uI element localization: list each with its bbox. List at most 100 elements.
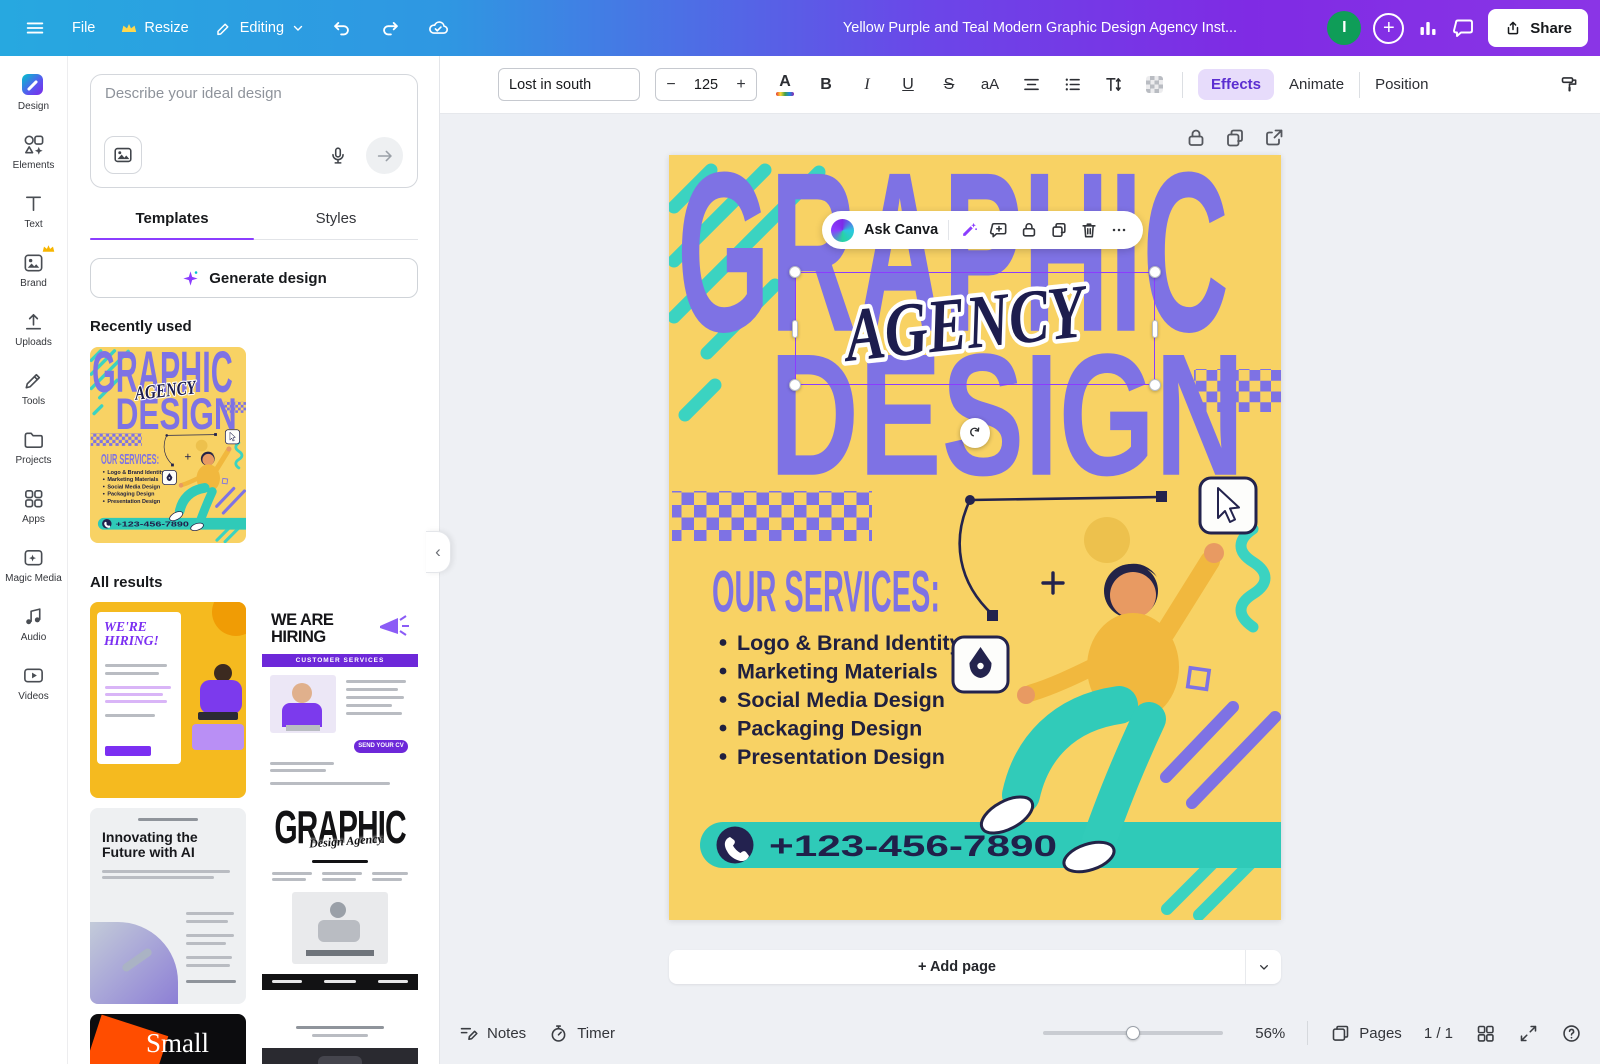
template-thumb-innovating-ai[interactable]: Innovating the Future with AI [90,808,246,1004]
template-thumb-we-are-hiring[interactable]: WE ARE HIRING CUSTOMER SERVICES SEND YOU… [262,602,418,798]
describe-design-input[interactable] [105,85,395,102]
sidebar-item-magic-media[interactable]: Magic Media [3,540,65,590]
share-button[interactable]: Share [1488,9,1588,47]
font-size-stepper: − 125 + [655,68,757,101]
magic-edit-button[interactable] [959,220,979,240]
sidebar-item-apps[interactable]: Apps [3,481,65,531]
main-menu-button[interactable] [14,9,56,47]
text-color-button[interactable]: A [772,69,798,101]
copy-style-button[interactable] [1556,69,1582,101]
sidebar-item-text[interactable]: Text [3,186,65,236]
sidebar-item-elements[interactable]: Elements [3,127,65,177]
avatar[interactable]: I [1327,11,1361,45]
add-comment-button[interactable] [989,220,1009,240]
lock-page-button[interactable] [1184,126,1208,150]
voice-input-button[interactable] [323,141,353,171]
sidebar-item-brand[interactable]: Brand [3,245,65,295]
fullscreen-button[interactable] [1518,1023,1539,1044]
editing-mode-dropdown[interactable]: Editing [205,11,315,45]
collapse-pages-button[interactable] [1245,950,1281,984]
transparency-icon [1146,76,1163,93]
add-image-button[interactable] [104,136,142,174]
template-thumb-graphic-bw[interactable]: GRAPHIC Design Agency [262,808,418,1004]
help-button[interactable] [1561,1023,1582,1044]
animate-button[interactable]: Animate [1289,76,1344,93]
rotate-handle[interactable] [960,418,990,448]
bold-button[interactable]: B [813,69,839,101]
comments-icon[interactable] [1452,16,1476,40]
sidebar-item-design[interactable]: Design [3,68,65,118]
italic-button[interactable]: I [854,69,880,101]
panel-collapse-button[interactable]: ‹ [426,531,451,573]
add-member-button[interactable]: + [1373,13,1404,44]
divider [948,220,949,240]
add-page-button[interactable]: + Add page [669,950,1281,984]
tab-styles[interactable]: Styles [254,202,418,239]
font-size-value[interactable]: 125 [686,77,726,93]
selection-handle-top-left[interactable] [789,266,801,278]
alignment-button[interactable] [1018,69,1044,101]
document-title[interactable]: Yellow Purple and Teal Modern Graphic De… [800,20,1280,36]
sidebar-item-tools[interactable]: Tools [3,363,65,413]
delete-element-button[interactable] [1079,220,1099,240]
undo-button[interactable] [321,9,363,47]
zoom-slider[interactable] [1043,1031,1223,1035]
save-status-button[interactable] [417,9,459,47]
effects-button[interactable]: Effects [1198,69,1274,100]
zoom-level[interactable]: 56% [1245,1025,1285,1042]
underline-button[interactable]: U [895,69,921,101]
position-button[interactable]: Position [1375,76,1428,93]
tab-templates[interactable]: Templates [90,202,254,239]
insights-chart-icon[interactable] [1416,16,1440,40]
zoom-slider-knob[interactable] [1126,1026,1140,1040]
lock-icon [1184,126,1208,150]
color-gradient-bar [776,92,794,96]
panel-tabs: Templates Styles [90,202,418,240]
transparency-button[interactable] [1141,69,1167,101]
sidebar-item-uploads[interactable]: Uploads [3,304,65,354]
selection-handle-left[interactable] [792,320,798,338]
timer-button[interactable]: Timer [548,1023,615,1044]
selection-handle-bottom-right[interactable] [1149,379,1161,391]
left-rail: Design Elements Text Brand Uploads Tools [0,56,68,1064]
ask-canva-button[interactable]: Ask Canva [864,222,938,238]
file-menu-button[interactable]: File [62,12,105,44]
selection-handle-top-right[interactable] [1149,266,1161,278]
expand-page-button[interactable] [1262,126,1286,150]
resize-button[interactable]: Resize [111,12,198,44]
toolbar-divider [1182,72,1183,98]
notes-button[interactable]: Notes [458,1023,526,1044]
grid-view-icon [1475,1023,1496,1044]
selection-box[interactable] [795,272,1155,385]
duplicate-page-button[interactable] [1223,126,1247,150]
template-thumb-dark-fashion[interactable] [262,1014,418,1064]
template-thumb-small-dark[interactable]: Small [90,1014,246,1064]
magic-media-icon [22,546,45,569]
more-options-button[interactable] [1109,220,1129,240]
template-thumb-were-hiring[interactable]: WE'RE HIRING! [90,602,246,798]
strikethrough-button[interactable]: S [936,69,962,101]
ellipsis-icon [1109,220,1129,240]
sidebar-item-audio[interactable]: Audio [3,599,65,649]
list-button[interactable] [1059,69,1085,101]
sidebar-item-videos[interactable]: Videos [3,658,65,708]
sidebar-item-projects[interactable]: Projects [3,422,65,472]
spacing-button[interactable] [1100,69,1126,101]
font-family-selector[interactable]: Lost in south [498,68,640,101]
grid-view-button[interactable] [1475,1023,1496,1044]
text-case-button[interactable]: aA [977,69,1003,101]
submit-prompt-button[interactable] [366,137,403,174]
redo-button[interactable] [369,9,411,47]
font-size-increase-button[interactable]: + [726,76,756,94]
pages-view-button[interactable]: Pages [1330,1023,1402,1044]
lock-element-button[interactable] [1019,220,1039,240]
lock-icon [1019,220,1039,240]
font-size-decrease-button[interactable]: − [656,76,686,94]
selection-handle-bottom-left[interactable] [789,379,801,391]
design-page[interactable] [669,155,1281,920]
template-thumb-recent-graphic-design[interactable] [90,347,246,543]
generate-design-button[interactable]: Generate design [90,258,418,298]
duplicate-element-button[interactable] [1049,220,1069,240]
selection-handle-right[interactable] [1152,320,1158,338]
design-panel: Templates Styles Generate design Recentl… [68,56,440,1064]
